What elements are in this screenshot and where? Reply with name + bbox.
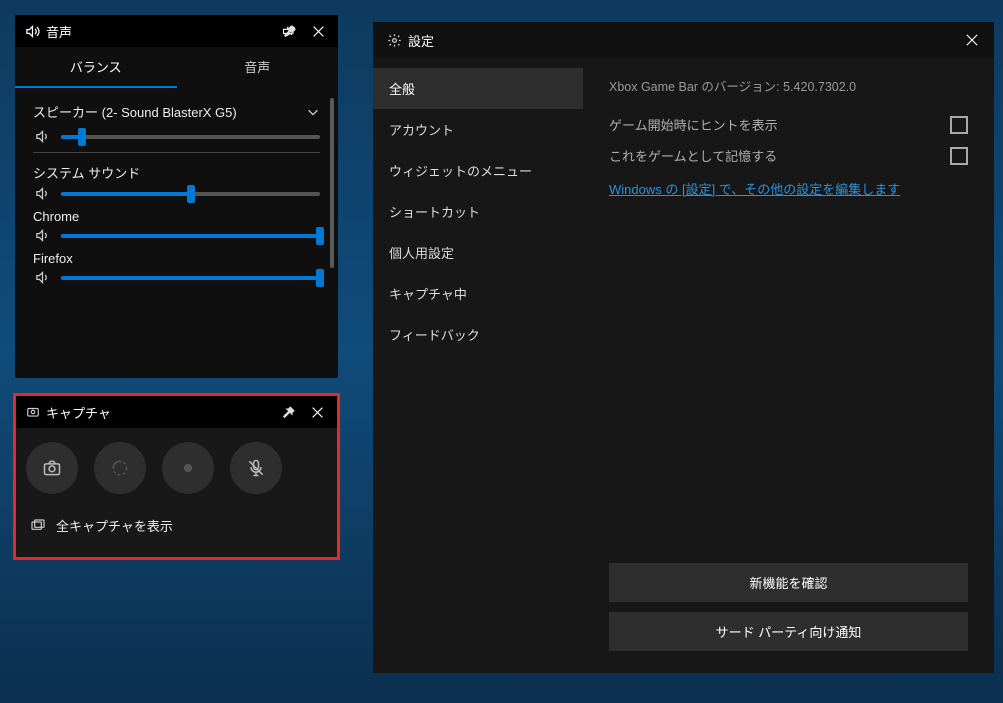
system-sound-label: システム サウンド xyxy=(33,163,320,182)
output-device-dropdown[interactable]: スピーカー (2- Sound BlasterX G5) xyxy=(33,98,320,125)
bottom-buttons: 新機能を確認 サード パーティ向け通知 xyxy=(609,563,968,651)
settings-panel-title: 設定 xyxy=(408,31,958,50)
screenshot-button[interactable] xyxy=(26,442,78,494)
speaker-icon[interactable] xyxy=(33,129,51,144)
nav-general[interactable]: 全般 xyxy=(373,68,583,109)
scrollbar[interactable] xyxy=(330,98,334,268)
option-remember-game: これをゲームとして記憶する xyxy=(609,140,968,171)
record-button xyxy=(162,442,214,494)
capture-panel-highlight: キャプチャ xyxy=(13,393,340,560)
close-button[interactable] xyxy=(958,26,986,54)
chrome-slider[interactable] xyxy=(61,234,320,238)
firefox-slider[interactable] xyxy=(61,276,320,280)
tab-audio[interactable]: 音声 xyxy=(177,47,339,88)
option-show-tips-label: ゲーム開始時にヒントを表示 xyxy=(609,115,778,134)
tab-balance[interactable]: バランス xyxy=(15,47,177,88)
record-last-button xyxy=(94,442,146,494)
capture-panel-header: キャプチャ xyxy=(16,396,337,428)
pin-button[interactable] xyxy=(275,398,303,426)
settings-main: Xbox Game Bar のバージョン: 5.420.7302.0 ゲーム開始… xyxy=(583,58,994,673)
chevron-down-icon xyxy=(306,105,320,119)
firefox-label: Firefox xyxy=(33,251,320,266)
audio-tabs: バランス 音声 xyxy=(15,47,338,88)
speaker-icon[interactable] xyxy=(33,186,51,201)
divider xyxy=(33,152,320,153)
capture-panel: キャプチャ xyxy=(16,396,337,557)
audio-panel-title: 音声 xyxy=(46,22,276,41)
settings-panel-header: 設定 xyxy=(373,22,994,58)
whats-new-button[interactable]: 新機能を確認 xyxy=(609,563,968,602)
settings-panel: 設定 全般 アカウント ウィジェットのメニュー ショートカット 個人用設定 キャ… xyxy=(373,22,994,673)
settings-body: 全般 アカウント ウィジェットのメニュー ショートカット 個人用設定 キャプチャ… xyxy=(373,58,994,673)
audio-panel-header: 音声 xyxy=(15,15,338,47)
show-all-captures-label: 全キャプチャを表示 xyxy=(56,516,173,535)
master-volume-row xyxy=(33,129,320,144)
chrome-label: Chrome xyxy=(33,209,320,224)
show-tips-checkbox[interactable] xyxy=(950,116,968,134)
chrome-row xyxy=(33,228,320,243)
capture-panel-title: キャプチャ xyxy=(46,403,275,422)
nav-shortcuts[interactable]: ショートカット xyxy=(373,191,583,232)
nav-account[interactable]: アカウント xyxy=(373,109,583,150)
remember-game-checkbox[interactable] xyxy=(950,147,968,165)
option-show-tips: ゲーム開始時にヒントを表示 xyxy=(609,109,968,140)
audio-body: スピーカー (2- Sound BlasterX G5) システム サウンド C… xyxy=(15,88,338,371)
capture-body: 全キャプチャを表示 xyxy=(16,428,337,535)
speaker-icon[interactable] xyxy=(33,270,51,285)
speaker-icon[interactable] xyxy=(33,228,51,243)
gear-icon xyxy=(387,33,402,48)
third-party-button[interactable]: サード パーティ向け通知 xyxy=(609,612,968,651)
master-volume-slider[interactable] xyxy=(61,135,320,139)
capture-buttons-row xyxy=(24,442,329,494)
version-text: Xbox Game Bar のバージョン: 5.420.7302.0 xyxy=(609,76,968,95)
show-all-captures-button[interactable]: 全キャプチャを表示 xyxy=(24,516,329,535)
nav-personalization[interactable]: 個人用設定 xyxy=(373,232,583,273)
firefox-row xyxy=(33,270,320,285)
close-button[interactable] xyxy=(304,17,332,45)
option-remember-game-label: これをゲームとして記憶する xyxy=(609,146,777,165)
nav-widget-menu[interactable]: ウィジェットのメニュー xyxy=(373,150,583,191)
system-sound-slider[interactable] xyxy=(61,192,320,196)
output-device-label: スピーカー (2- Sound BlasterX G5) xyxy=(33,102,237,121)
close-button[interactable] xyxy=(303,398,331,426)
audio-icon xyxy=(25,24,40,39)
audio-panel: 音声 バランス 音声 スピーカー (2- Sound BlasterX G5) … xyxy=(15,15,338,378)
capture-icon xyxy=(26,405,40,419)
windows-settings-link[interactable]: Windows の [設定] で、その他の設定を編集します xyxy=(609,179,900,198)
system-sound-row xyxy=(33,186,320,201)
nav-capturing[interactable]: キャプチャ中 xyxy=(373,273,583,314)
version-prefix: Xbox Game Bar のバージョン: xyxy=(609,80,783,94)
version-number: 5.420.7302.0 xyxy=(783,80,856,94)
pin-button[interactable] xyxy=(276,17,304,45)
settings-nav: 全般 アカウント ウィジェットのメニュー ショートカット 個人用設定 キャプチャ… xyxy=(373,58,583,673)
mic-mute-button[interactable] xyxy=(230,442,282,494)
nav-feedback[interactable]: フィードバック xyxy=(373,314,583,355)
gallery-icon xyxy=(30,518,46,534)
